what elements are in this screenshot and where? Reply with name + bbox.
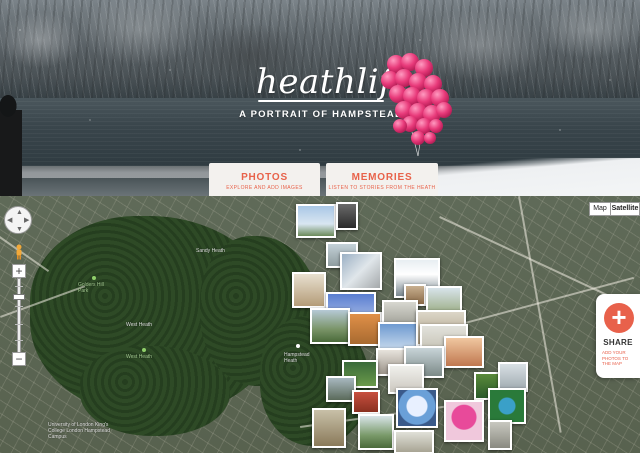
photo-thumbnail[interactable]	[394, 430, 434, 453]
zoom-tick	[15, 306, 23, 307]
photo-thumbnail[interactable]	[310, 308, 350, 344]
site-logo[interactable]: heathlife	[256, 62, 412, 102]
zoom-in-button[interactable]: +	[12, 264, 26, 278]
satellite-map[interactable]: Sandy Heath Golders Hill Park West Heath…	[0, 196, 640, 453]
pan-down-icon[interactable]: ▼	[16, 226, 23, 233]
photo-thumbnail[interactable]	[348, 312, 382, 346]
station-pin-icon	[296, 344, 300, 348]
place-label-ucl: University of London King's College Lond…	[48, 422, 110, 440]
photo-thumbnail[interactable]	[336, 202, 358, 230]
photo-thumbnail[interactable]	[396, 388, 438, 428]
park-pin-icon	[92, 276, 96, 280]
photo-thumbnail[interactable]	[340, 252, 382, 290]
photo-thumbnail[interactable]	[444, 400, 484, 442]
place-label-sandy-heath: Sandy Heath	[196, 248, 225, 254]
park-pin-icon	[142, 348, 146, 352]
place-label-west-heath: West Heath	[126, 322, 153, 328]
share-label: SHARE	[603, 338, 633, 347]
hero-banner: heathlife A PORTRAIT OF HAMPSTEAD HEATH	[0, 0, 640, 196]
plus-icon[interactable]: +	[604, 303, 634, 333]
share-panel[interactable]: + SHARE ADD YOUR PHOTOS TO THE MAP	[596, 294, 640, 378]
share-subtitle: ADD YOUR PHOTOS TO THE MAP	[602, 350, 629, 366]
photos-button[interactable]: PHOTOS EXPLORE AND ADD IMAGES	[209, 163, 320, 196]
photo-thumbnail[interactable]	[488, 420, 512, 450]
memories-button-subtitle: LISTEN TO STORIES FROM THE HEATH	[328, 185, 436, 191]
photo-thumbnail[interactable]	[444, 336, 484, 368]
photo-thumbnail[interactable]	[352, 390, 380, 414]
map-type-map-button[interactable]: Map	[589, 202, 611, 216]
pink-balloons-image	[378, 52, 458, 157]
zoom-slider-track[interactable]	[17, 278, 21, 354]
zoom-tick	[15, 324, 23, 325]
logo-underline	[258, 100, 384, 102]
pan-right-icon[interactable]: ▶	[24, 217, 29, 224]
zoom-slider-handle[interactable]	[13, 294, 25, 300]
pan-up-icon[interactable]: ▲	[16, 209, 23, 216]
pan-control[interactable]: ▲ ▼ ◀ ▶	[4, 206, 32, 234]
map-navigation-controls: ▲ ▼ ◀ ▶ + −	[4, 206, 32, 366]
photo-thumbnail[interactable]	[312, 408, 346, 448]
memories-button-title: MEMORIES	[351, 172, 413, 183]
memories-button[interactable]: MEMORIES LISTEN TO STORIES FROM THE HEAT…	[326, 163, 438, 196]
place-label-west-heath-2: West Heath	[126, 354, 153, 360]
zoom-tick	[15, 286, 23, 287]
balloons-icon	[381, 53, 452, 157]
street-view-pegman-icon[interactable]	[14, 244, 24, 260]
photo-thumbnail[interactable]	[292, 272, 326, 308]
photo-thumbnail[interactable]	[296, 204, 336, 238]
photo-thumbnail[interactable]	[488, 388, 526, 424]
map-type-satellite-button[interactable]: Satellite	[610, 202, 640, 216]
zoom-out-button[interactable]: −	[12, 352, 26, 366]
photos-button-title: PHOTOS	[241, 172, 288, 183]
pan-left-icon[interactable]: ◀	[7, 217, 12, 224]
place-label-hampstead-heath: Hampstead Heath	[284, 352, 310, 364]
zoom-tick	[15, 340, 23, 341]
photos-button-subtitle: EXPLORE AND ADD IMAGES	[226, 185, 303, 191]
place-label-golders-hill: Golders Hill Park	[78, 282, 104, 294]
photo-thumbnail[interactable]	[358, 414, 394, 450]
